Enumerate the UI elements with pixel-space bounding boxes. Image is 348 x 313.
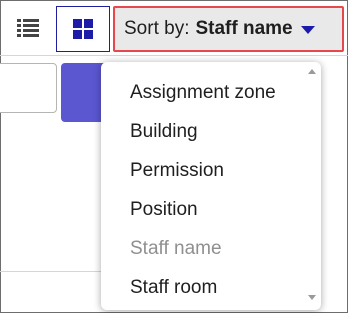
sort-options-list: Assignment zone Building Permission Posi…: [101, 73, 306, 307]
scroll-down-icon[interactable]: [308, 295, 316, 300]
toolbar-divider: [0, 55, 348, 56]
sort-option-staff-name: Staff name: [130, 238, 222, 259]
list-view-button[interactable]: [8, 8, 48, 48]
sort-by-value: Staff name: [195, 18, 293, 39]
sort-by-prefix: Sort by:: [124, 18, 190, 39]
sort-options-menu: Assignment zone Building Permission Posi…: [101, 62, 321, 310]
grid-icon: [73, 19, 93, 39]
content-divider: [0, 271, 105, 272]
sort-by-dropdown[interactable]: Sort by: Staff name: [113, 6, 344, 52]
caret-down-icon: [300, 26, 315, 34]
sort-option-building[interactable]: Building: [101, 112, 306, 151]
search-input[interactable]: [0, 63, 57, 113]
sort-option-assignment-zone[interactable]: Assignment zone: [101, 73, 306, 112]
sort-option-permission[interactable]: Permission: [101, 151, 306, 190]
scroll-up-icon[interactable]: [308, 69, 316, 74]
grid-view-button[interactable]: [56, 6, 110, 52]
sort-option-position[interactable]: Position: [101, 190, 306, 229]
sort-option-staff-room[interactable]: Staff room: [101, 268, 306, 307]
list-icon: [17, 19, 39, 37]
menu-scrollbar[interactable]: [306, 62, 318, 310]
